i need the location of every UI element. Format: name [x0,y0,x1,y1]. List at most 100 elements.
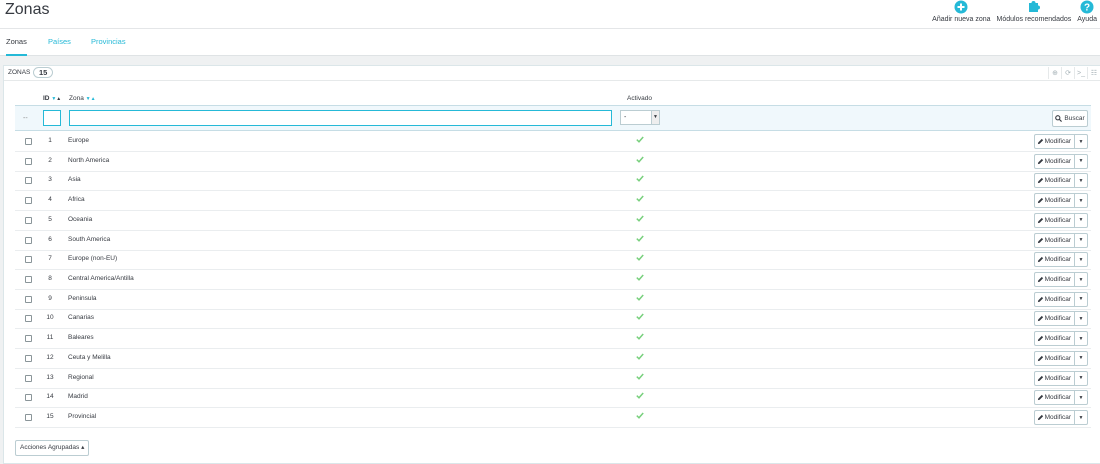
row-checkbox[interactable] [25,414,32,422]
edit-button[interactable]: Modificar [1033,291,1075,307]
check-icon[interactable] [636,156,644,165]
row-id: 1 [48,137,52,144]
sort-asc-icon[interactable]: ▲ [91,96,96,102]
check-icon[interactable] [636,412,644,421]
edit-button[interactable]: Modificar [1033,311,1075,327]
caret-down-icon[interactable]: ▼ [1075,272,1088,288]
pencil-icon [1037,355,1043,362]
row-checkbox[interactable] [25,315,32,323]
edit-button[interactable]: Modificar [1033,272,1075,288]
row-id: 9 [48,294,52,302]
table-row: 4 Africa Modificar ▼ [15,191,1091,212]
row-checkbox[interactable] [25,354,32,362]
check-icon[interactable] [636,373,644,382]
recommended-modules-button[interactable]: Módulos recomendados [994,0,1075,29]
pencil-icon [1037,296,1043,302]
caret-down-icon[interactable]: ▼ [1075,390,1088,406]
table-row: 5 Oceania Modificar ▼ [15,211,1091,231]
row-checkbox[interactable] [25,177,32,185]
caret-down-icon[interactable]: ▼ [1075,173,1088,189]
caret-down-icon[interactable]: ▼ [1075,311,1088,327]
table-row: 15 Provincial Modificar ▼ [15,408,1091,429]
caret-down-icon[interactable]: ▼ [1075,252,1088,268]
row-checkbox[interactable] [25,394,32,402]
filter-active-select[interactable]: - ▼ [620,110,660,125]
row-id: 10 [46,314,54,322]
tab-paises[interactable]: Países [48,29,71,56]
header-active: Activado [627,95,652,102]
row-actions: Modificar ▼ [1033,410,1088,426]
help-button[interactable]: ? Ayuda [1074,0,1100,29]
search-button[interactable]: Buscar [1052,110,1088,127]
check-icon[interactable] [636,195,644,204]
tab-provincias[interactable]: Provincias [91,29,126,56]
table-row: 11 Baleares Modificar ▼ [15,329,1091,350]
edit-button[interactable]: Modificar [1033,370,1075,386]
row-checkbox[interactable] [25,216,32,224]
add-icon[interactable]: ⊕ [1048,67,1061,79]
edit-button[interactable]: Modificar [1033,212,1075,228]
edit-button[interactable]: Modificar [1033,134,1075,149]
filter-id-input[interactable] [43,110,61,126]
row-actions: Modificar ▼ [1033,153,1088,169]
filter-zone-input[interactable] [69,110,612,126]
caret-down-icon[interactable]: ▼ [1075,212,1088,228]
row-checkbox[interactable] [25,197,32,205]
caret-down-icon[interactable]: ▼ [1075,153,1088,169]
row-actions: Modificar ▼ [1033,291,1088,307]
check-icon[interactable] [636,392,644,401]
edit-button[interactable]: Modificar [1033,252,1075,268]
check-icon[interactable] [636,333,644,342]
row-id: 6 [48,235,52,243]
caret-down-icon[interactable]: ▼ [1075,134,1088,149]
add-zone-button[interactable]: Añadir nueva zona [929,0,993,29]
edit-button[interactable]: Modificar [1033,410,1075,426]
row-checkbox[interactable] [25,236,32,244]
sql-icon[interactable]: >_ [1074,67,1087,79]
caret-down-icon[interactable]: ▼ [1075,331,1088,347]
pencil-icon [1037,138,1043,145]
edit-button[interactable]: Modificar [1033,153,1075,169]
row-actions: Modificar ▼ [1033,193,1088,209]
caret-down-icon[interactable]: ▼ [1075,350,1088,366]
table-row: 8 Central America/Antilla Modificar ▼ [15,270,1091,291]
edit-button[interactable]: Modificar [1033,232,1075,248]
row-checkbox[interactable] [25,374,32,382]
edit-button[interactable]: Modificar [1033,390,1075,406]
row-checkbox[interactable] [25,295,32,303]
caret-down-icon[interactable]: ▼ [1075,291,1088,307]
check-icon[interactable] [636,353,644,362]
check-icon[interactable] [636,235,644,244]
edit-button[interactable]: Modificar [1033,193,1075,209]
sort-asc-icon[interactable]: ▲ [56,96,61,102]
edit-button[interactable]: Modificar [1033,173,1075,189]
recommended-modules-label: Módulos recomendados [996,16,1072,23]
caret-down-icon[interactable]: ▼ [1075,232,1088,248]
caret-down-icon[interactable]: ▼ [1075,193,1088,209]
tab-zonas[interactable]: Zonas [6,29,27,56]
row-checkbox[interactable] [25,256,32,264]
check-icon[interactable] [636,175,644,184]
check-icon[interactable] [636,215,644,224]
row-id: 11 [46,334,54,342]
check-icon[interactable] [636,136,644,145]
caret-down-icon[interactable]: ▼ [1075,370,1088,386]
bulk-actions-button[interactable]: Acciones Agrupadas ▴ [15,440,90,456]
check-icon[interactable] [636,254,644,263]
database-icon[interactable]: ☷ [1087,67,1100,79]
caret-down-icon[interactable]: ▼ [1075,410,1088,426]
pencil-icon [1037,237,1043,243]
check-icon[interactable] [636,313,644,322]
check-icon[interactable] [636,274,644,283]
row-zone-name: Central America/Antilla [68,275,134,283]
row-checkbox[interactable] [25,276,32,284]
page-title: Zonas [5,1,50,18]
row-checkbox[interactable] [25,157,32,165]
check-icon[interactable] [636,294,644,303]
row-checkbox[interactable] [25,138,32,145]
edit-button[interactable]: Modificar [1033,331,1075,347]
row-checkbox[interactable] [25,335,32,343]
help-label: Ayuda [1077,16,1097,23]
edit-button[interactable]: Modificar [1033,350,1075,366]
refresh-icon[interactable]: ⟳ [1061,67,1074,79]
